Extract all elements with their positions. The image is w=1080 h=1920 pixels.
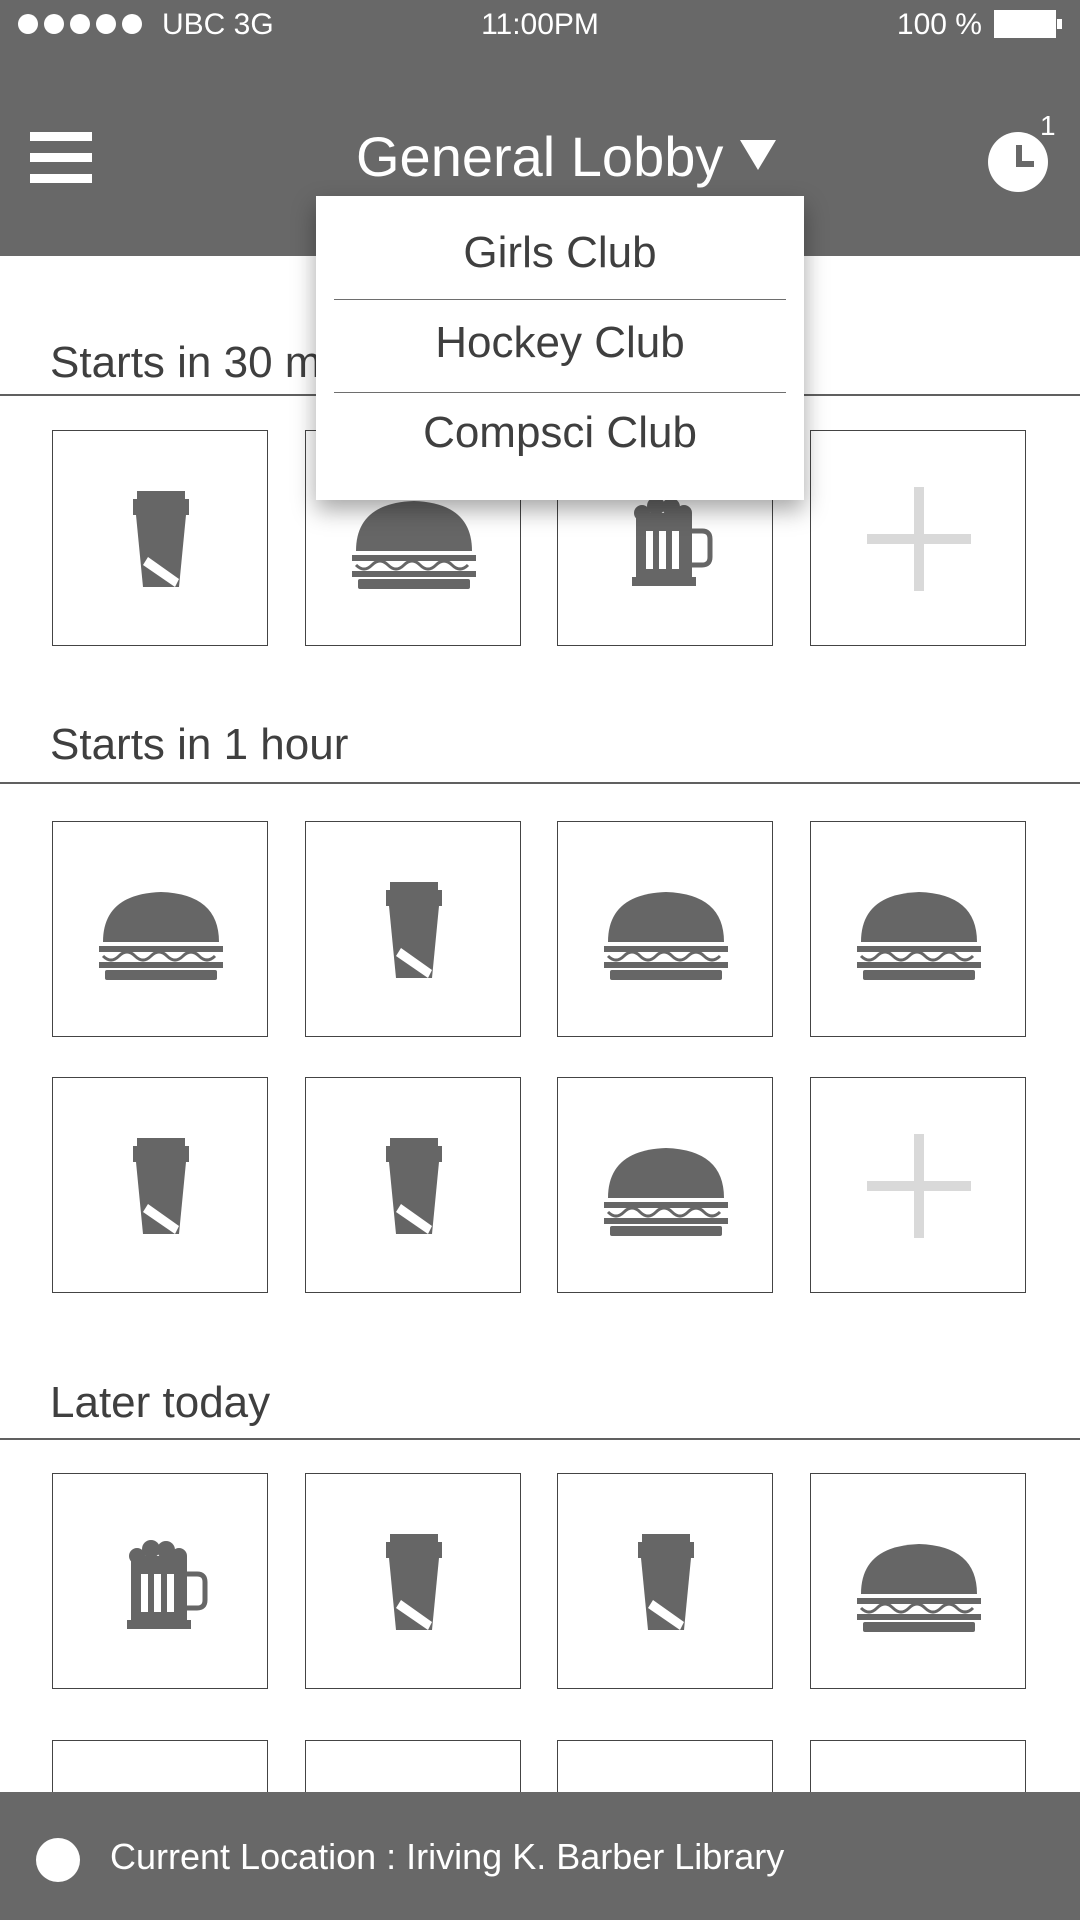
- section-divider: [0, 1438, 1080, 1440]
- event-tile[interactable]: [557, 1473, 773, 1689]
- event-tile[interactable]: [557, 1740, 773, 1792]
- dropdown-item-hockey-club[interactable]: Hockey Club: [316, 318, 804, 368]
- dropdown-item-girls-club[interactable]: Girls Club: [316, 228, 804, 278]
- status-bar: UBC 3G 11:00PM 100 %: [0, 0, 1080, 50]
- current-location-label: Current Location : Iriving K. Barber Lib…: [110, 1836, 785, 1877]
- add-event-button[interactable]: [810, 1077, 1026, 1293]
- event-tile[interactable]: [557, 1077, 773, 1293]
- location-icon: [36, 1838, 80, 1882]
- clock-icon[interactable]: [988, 132, 1048, 192]
- event-tile[interactable]: [305, 821, 521, 1037]
- section-title: Starts in 30 m: [50, 338, 322, 387]
- section-title: Later today: [50, 1378, 271, 1427]
- battery-percent: 100 %: [896, 8, 982, 41]
- dropdown-divider: [334, 392, 786, 393]
- section-title: Starts in 1 hour: [50, 720, 349, 769]
- menu-icon[interactable]: [30, 132, 92, 184]
- dropdown-item-compsci-club[interactable]: Compsci Club: [316, 408, 804, 458]
- dropdown-arrow-icon[interactable]: [740, 140, 776, 170]
- event-tile[interactable]: [810, 1473, 1026, 1689]
- battery-icon: [994, 10, 1062, 38]
- club-dropdown-menu: Girls Club Hockey Club Compsci Club: [316, 196, 804, 500]
- lobby-selector-title[interactable]: General Lobby: [356, 122, 723, 192]
- event-tile[interactable]: [557, 821, 773, 1037]
- event-tile[interactable]: [52, 821, 268, 1037]
- event-tile[interactable]: [305, 1740, 521, 1792]
- event-tile[interactable]: [52, 430, 268, 646]
- section-divider: [0, 782, 1080, 784]
- event-tile[interactable]: [305, 1077, 521, 1293]
- dropdown-divider: [334, 299, 786, 300]
- event-tile[interactable]: [305, 1473, 521, 1689]
- event-tile[interactable]: [52, 1077, 268, 1293]
- event-tile[interactable]: [52, 1473, 268, 1689]
- event-tile[interactable]: [810, 821, 1026, 1037]
- notification-badge: 1: [1040, 110, 1056, 141]
- location-footer: Current Location : Iriving K. Barber Lib…: [0, 1792, 1080, 1920]
- add-event-button[interactable]: [810, 430, 1026, 646]
- event-tile[interactable]: [810, 1740, 1026, 1792]
- event-tile[interactable]: [52, 1740, 268, 1792]
